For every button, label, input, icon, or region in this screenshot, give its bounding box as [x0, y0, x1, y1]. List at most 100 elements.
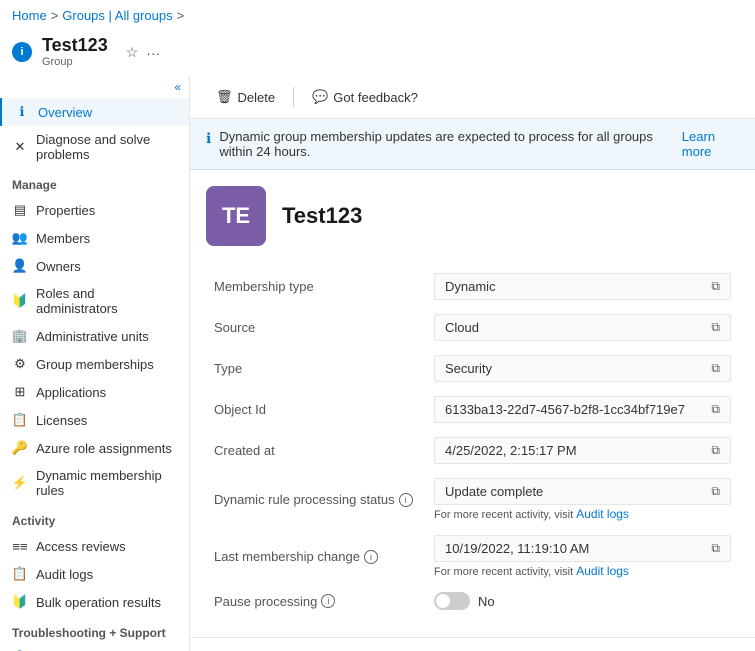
access-reviews-icon: ≡≡	[12, 538, 28, 554]
licenses-icon: 📋	[12, 412, 28, 428]
copy-icon[interactable]: ⧉	[711, 279, 720, 294]
sidebar-label: Licenses	[36, 413, 87, 428]
sidebar-item-members[interactable]: 👥 Members	[0, 224, 189, 252]
info-banner-icon: ℹ	[206, 130, 211, 147]
activity-section-title: Activity	[0, 504, 189, 532]
sidebar-label: Properties	[36, 203, 95, 218]
breadcrumb-sep1: >	[51, 8, 59, 23]
copy-icon[interactable]: ⧉	[711, 402, 720, 417]
learn-more-link[interactable]: Learn more	[682, 129, 739, 159]
sidebar-label: Azure role assignments	[36, 441, 172, 456]
sidebar-item-applications[interactable]: ⊞ Applications	[0, 378, 189, 406]
breadcrumb: Home > Groups | All groups >	[0, 0, 755, 31]
properties-table: Membership type Dynamic ⧉ Source	[206, 266, 739, 617]
page-subtitle: Group	[42, 56, 108, 68]
prop-label: Last membership change i	[206, 528, 426, 585]
prop-label: Created at	[206, 430, 426, 471]
sidebar-collapse: «	[0, 76, 189, 98]
sidebar-item-dynamic-rules[interactable]: ⚡ Dynamic membership rules	[0, 462, 189, 504]
info-banner: ℹ Dynamic group membership updates are e…	[190, 119, 755, 170]
info-tooltip-icon[interactable]: i	[321, 594, 335, 608]
dynamic-rules-icon: ⚡	[12, 475, 28, 491]
sidebar-item-admin-units[interactable]: 🏢 Administrative units	[0, 322, 189, 350]
field-value-text: 6133ba13-22d7-4567-b2f8-1cc34bf719e7	[445, 402, 705, 417]
collapse-button[interactable]: «	[174, 80, 181, 94]
sidebar-item-overview[interactable]: ℹ Overview	[0, 98, 189, 126]
feedback-button[interactable]: 💬 Got feedback?	[302, 84, 428, 110]
info-tooltip-icon[interactable]: i	[399, 493, 413, 507]
feedback-icon: 💬	[312, 89, 328, 105]
field-value-text: Cloud	[445, 320, 705, 335]
sidebar-item-support[interactable]: 👤 New support request	[0, 644, 189, 651]
sidebar-item-owners[interactable]: 👤 Owners	[0, 252, 189, 280]
prop-label: Source	[206, 307, 426, 348]
applications-icon: ⊞	[12, 384, 28, 400]
field-value-text: Update complete	[445, 484, 705, 499]
toggle-label: No	[478, 594, 495, 609]
pin-icon[interactable]: ☆	[126, 44, 139, 61]
toggle-container: No	[434, 592, 731, 610]
label-text: Pause processing	[214, 594, 317, 609]
copy-icon[interactable]: ⧉	[711, 320, 720, 335]
page-title: Test123	[42, 35, 108, 56]
sidebar-label: Bulk operation results	[36, 595, 161, 610]
delete-button[interactable]: 🗑 Delete	[206, 84, 285, 110]
field-value-text: 4/25/2022, 2:15:17 PM	[445, 443, 705, 458]
sidebar-label: Audit logs	[36, 567, 93, 582]
field-value-text: Security	[445, 361, 705, 376]
audit-link[interactable]: Audit logs	[576, 507, 629, 521]
sidebar-item-label: Overview	[38, 105, 92, 120]
section-divider	[190, 637, 755, 638]
page-header: i Test123 Group ☆ ···	[0, 31, 755, 76]
copy-icon[interactable]: ⧉	[711, 541, 720, 556]
owners-icon: 👤	[12, 258, 28, 274]
prop-label: Type	[206, 348, 426, 389]
sidebar: « ℹ Overview ✕ Diagnose and solve proble…	[0, 76, 190, 651]
table-row: Created at 4/25/2022, 2:15:17 PM ⧉	[206, 430, 739, 471]
sidebar-item-diagnose[interactable]: ✕ Diagnose and solve problems	[0, 126, 189, 168]
sidebar-label: Owners	[36, 259, 81, 274]
group-avatar: TE	[206, 186, 266, 246]
sidebar-item-audit-logs[interactable]: 📋 Audit logs	[0, 560, 189, 588]
sub-text: For more recent activity, visit Audit lo…	[434, 507, 731, 521]
sidebar-item-bulk-operations[interactable]: 🔰 Bulk operation results	[0, 588, 189, 616]
copy-icon[interactable]: ⧉	[711, 443, 720, 458]
sidebar-item-azure-roles[interactable]: 🔑 Azure role assignments	[0, 434, 189, 462]
field-value-membership-type: Dynamic ⧉	[434, 273, 731, 300]
label-text: Last membership change	[214, 549, 360, 564]
breadcrumb-groups[interactable]: Groups | All groups	[62, 8, 172, 23]
group-name: Test123	[282, 203, 362, 229]
main-content: 🗑 Delete 💬 Got feedback? ℹ Dynamic group…	[190, 76, 755, 651]
sidebar-item-roles[interactable]: 🔰 Roles and administrators	[0, 280, 189, 322]
copy-icon[interactable]: ⧉	[711, 484, 720, 499]
breadcrumb-home[interactable]: Home	[12, 8, 47, 23]
field-value-created-at: 4/25/2022, 2:15:17 PM ⧉	[434, 437, 731, 464]
sidebar-label: Access reviews	[36, 539, 126, 554]
bulk-ops-icon: 🔰	[12, 594, 28, 610]
label-text: Dynamic rule processing status	[214, 492, 395, 507]
pause-toggle[interactable]	[434, 592, 470, 610]
more-options-icon[interactable]: ···	[146, 45, 160, 61]
table-row: Last membership change i 10/19/2022, 11:…	[206, 528, 739, 585]
sub-text: For more recent activity, visit Audit lo…	[434, 564, 731, 578]
copy-icon[interactable]: ⧉	[711, 361, 720, 376]
sidebar-item-properties[interactable]: ▤ Properties	[0, 196, 189, 224]
table-row: Membership type Dynamic ⧉	[206, 266, 739, 307]
troubleshooting-section-title: Troubleshooting + Support	[0, 616, 189, 644]
field-value-source: Cloud ⧉	[434, 314, 731, 341]
group-memberships-icon: ⚙	[12, 356, 28, 372]
info-banner-text: Dynamic group membership updates are exp…	[219, 129, 673, 159]
sidebar-item-group-memberships[interactable]: ⚙ Group memberships	[0, 350, 189, 378]
info-tooltip-icon[interactable]: i	[364, 550, 378, 564]
breadcrumb-sep2: >	[177, 8, 185, 23]
admin-units-icon: 🏢	[12, 328, 28, 344]
prop-label: Pause processing i	[206, 585, 426, 617]
audit-link[interactable]: Audit logs	[576, 564, 629, 578]
sidebar-item-licenses[interactable]: 📋 Licenses	[0, 406, 189, 434]
field-value-last-change: 10/19/2022, 11:19:10 AM ⧉	[434, 535, 731, 562]
sidebar-label: Group memberships	[36, 357, 154, 372]
sidebar-item-access-reviews[interactable]: ≡≡ Access reviews	[0, 532, 189, 560]
diagnose-icon: ✕	[12, 139, 28, 155]
sidebar-label: Administrative units	[36, 329, 149, 344]
prop-label: Membership type	[206, 266, 426, 307]
